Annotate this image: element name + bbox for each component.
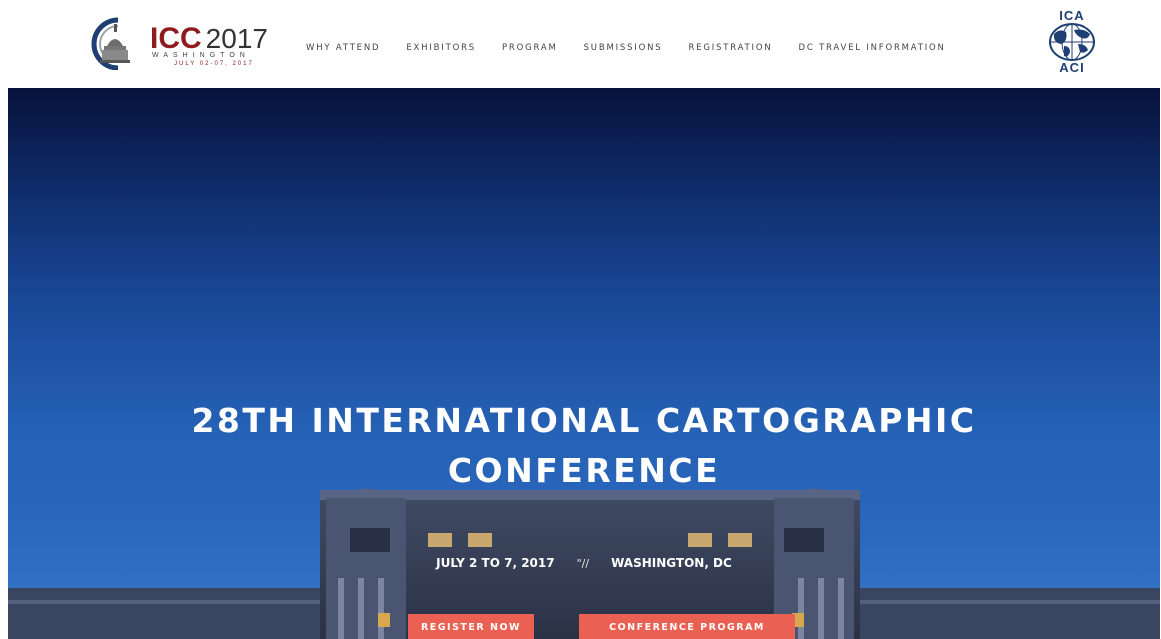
icc-2017-logo[interactable]: ICC 2017 WASHINGTON JULY 02-07, 2017: [88, 14, 278, 72]
nav-program[interactable]: PROGRAM: [502, 43, 558, 53]
ica-logo-bottom-text: ACI: [1059, 60, 1085, 75]
nav-dc-travel-information[interactable]: DC TRAVEL INFORMATION: [798, 43, 945, 53]
ica-logo-top-text: ICA: [1059, 8, 1085, 23]
logo-city-text: WASHINGTON: [152, 52, 250, 59]
hero-event-details: JULY 2 TO 7, 2017 "// WASHINGTON, DC: [8, 556, 1160, 570]
meta-separator: "//: [576, 557, 590, 570]
ica-aci-logo[interactable]: ICA ACI: [1034, 8, 1110, 76]
main-nav: WHY ATTEND EXHIBITORS PROGRAM SUBMISSION…: [306, 43, 972, 53]
conference-program-button[interactable]: CONFERENCE PROGRAM: [579, 614, 795, 639]
hero-title-line-1: 28TH INTERNATIONAL CARTOGRAPHIC: [191, 401, 977, 440]
nav-registration[interactable]: REGISTRATION: [688, 43, 772, 53]
nav-why-attend[interactable]: WHY ATTEND: [306, 43, 380, 53]
nav-exhibitors[interactable]: EXHIBITORS: [406, 43, 476, 53]
nav-submissions[interactable]: SUBMISSIONS: [584, 43, 663, 53]
capitol-dome-icon: [91, 17, 130, 70]
site-header: ICC 2017 WASHINGTON JULY 02-07, 2017 WHY …: [0, 0, 1161, 88]
hero-title: 28TH INTERNATIONAL CARTOGRAPHIC CONFEREN…: [8, 396, 1160, 496]
globe-icon: [1049, 23, 1095, 61]
logo-icc-text: ICC: [150, 22, 202, 55]
logo-year-text: 2017: [205, 23, 268, 54]
register-now-button[interactable]: REGISTER NOW: [408, 614, 534, 639]
hero-banner: 28TH INTERNATIONAL CARTOGRAPHIC CONFEREN…: [8, 88, 1160, 639]
hero-title-line-2: CONFERENCE: [447, 451, 721, 490]
event-location: WASHINGTON, DC: [611, 556, 732, 570]
event-dates: JULY 2 TO 7, 2017: [436, 556, 555, 570]
logo-dates-text: JULY 02-07, 2017: [174, 61, 254, 67]
